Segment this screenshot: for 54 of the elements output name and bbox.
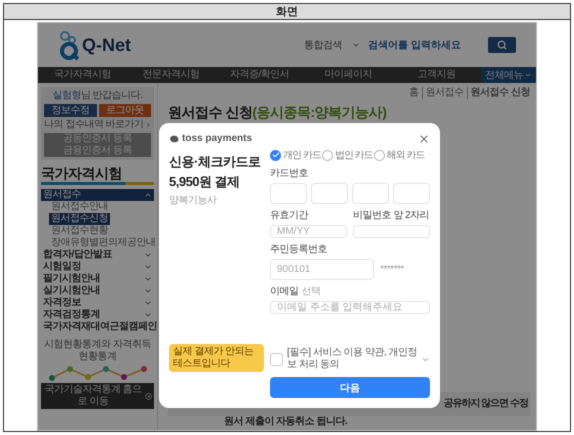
nav-item[interactable]: 전문자격시험 (126, 67, 216, 83)
nav-item[interactable]: 고객지원 (392, 67, 481, 83)
history-link[interactable]: 나의 접수내역 바로가기 (44, 119, 151, 131)
payment-title: 신용·체크카드로 (169, 153, 262, 170)
notice-text: 공유하지 않으면 수정 (443, 398, 528, 410)
sidebar-menu-item[interactable]: 자격검정통계 (41, 309, 154, 321)
card-type-radio[interactable]: 개인 카드 (270, 148, 321, 162)
all-menu-button[interactable]: 전체메뉴 (480, 67, 536, 83)
sidebar-menu-item[interactable]: 실기시험안내 (41, 285, 154, 297)
card-type-radio[interactable]: 법인 카드 (322, 148, 373, 162)
sidebar-menu-item[interactable]: 시험일정 (41, 261, 154, 273)
optional-label: 선택 (302, 286, 320, 298)
field-label: 카드번호 (270, 168, 309, 180)
sidebar-submenu-item[interactable]: 원서접수신청 (49, 213, 110, 225)
page-title: 원서접수 신청(응시종목:양복기능사) (168, 103, 388, 121)
stats-caption: 시험현황통계와 자격취득현황통계 (43, 339, 152, 363)
breadcrumb-link[interactable]: 원서접수 (422, 87, 464, 99)
expiry-field[interactable]: MM/YY (270, 225, 347, 238)
search-scope-select[interactable]: 통합검색 (302, 37, 362, 53)
brand-text: toss payments (182, 133, 252, 144)
field-label: 유효기간 (270, 210, 310, 222)
agreement-text: [필수] 서비스 이용 약관, 개인정보 처리 동의 (287, 347, 417, 371)
logo-text: Q-Net (82, 34, 131, 56)
account-button[interactable]: 정보수정 (44, 104, 96, 117)
nav-item[interactable]: 마이페이지 (304, 67, 392, 83)
field-label: 비밀번호 앞 2자리 (353, 210, 430, 222)
email-field[interactable]: 이메일 주소를 입력해주세요 (270, 301, 430, 314)
notice-text: 원서 제출이 자동취소 됩니다. (224, 416, 348, 428)
product-name: 양복기능사 (169, 194, 218, 207)
nav-item[interactable]: 국가자격시험 (38, 67, 127, 83)
sidebar-heading: 국가자격시험 (41, 164, 123, 182)
masked-digits: ******* (380, 264, 405, 275)
field-label: 이메일 (270, 286, 298, 298)
sidebar-menu-item[interactable]: 원서접수 (41, 189, 154, 201)
next-button[interactable]: 다음 (270, 377, 430, 398)
test-badge: 실제 결제가 안되는 테스트입니다 (169, 344, 264, 372)
sidebar-submenu-item[interactable]: 원서접수현황 (49, 225, 110, 237)
sidebar-menu-item[interactable]: 자격정보 (41, 297, 154, 309)
sidebar-menu-item[interactable]: 국가자격재대여근절캠페인 (41, 321, 154, 333)
header-text: 화면 (276, 5, 298, 19)
payment-title: 5,950원 결제 (169, 173, 241, 190)
welcome-text: 실험형님 반갑습니다. (51, 90, 144, 102)
nav-item[interactable]: 자격증/확인서 (215, 67, 304, 83)
stats-home-button[interactable]: 국가기술자격통계 홈으로 이동 (41, 383, 154, 409)
sidebar-submenu-item[interactable]: 장애유형별편의제공안내 (49, 237, 158, 249)
breadcrumb-link[interactable]: 홈 (409, 87, 419, 99)
field-label: 주민등록번호 (270, 244, 328, 256)
sidebar-menu-item[interactable]: 필기시험안내 (41, 273, 154, 285)
resident-number-field[interactable]: 900101 (270, 259, 374, 280)
account-button[interactable]: 로그아웃 (98, 104, 151, 117)
breadcrumb-link[interactable]: 원서접수 신청 (466, 87, 530, 99)
card-type-radio[interactable]: 해외 카드 (374, 148, 424, 162)
sidebar-submenu-item[interactable]: 원서접수안내 (49, 201, 110, 213)
sidebar-menu-item[interactable]: 합격자/답안발표 (41, 249, 154, 261)
